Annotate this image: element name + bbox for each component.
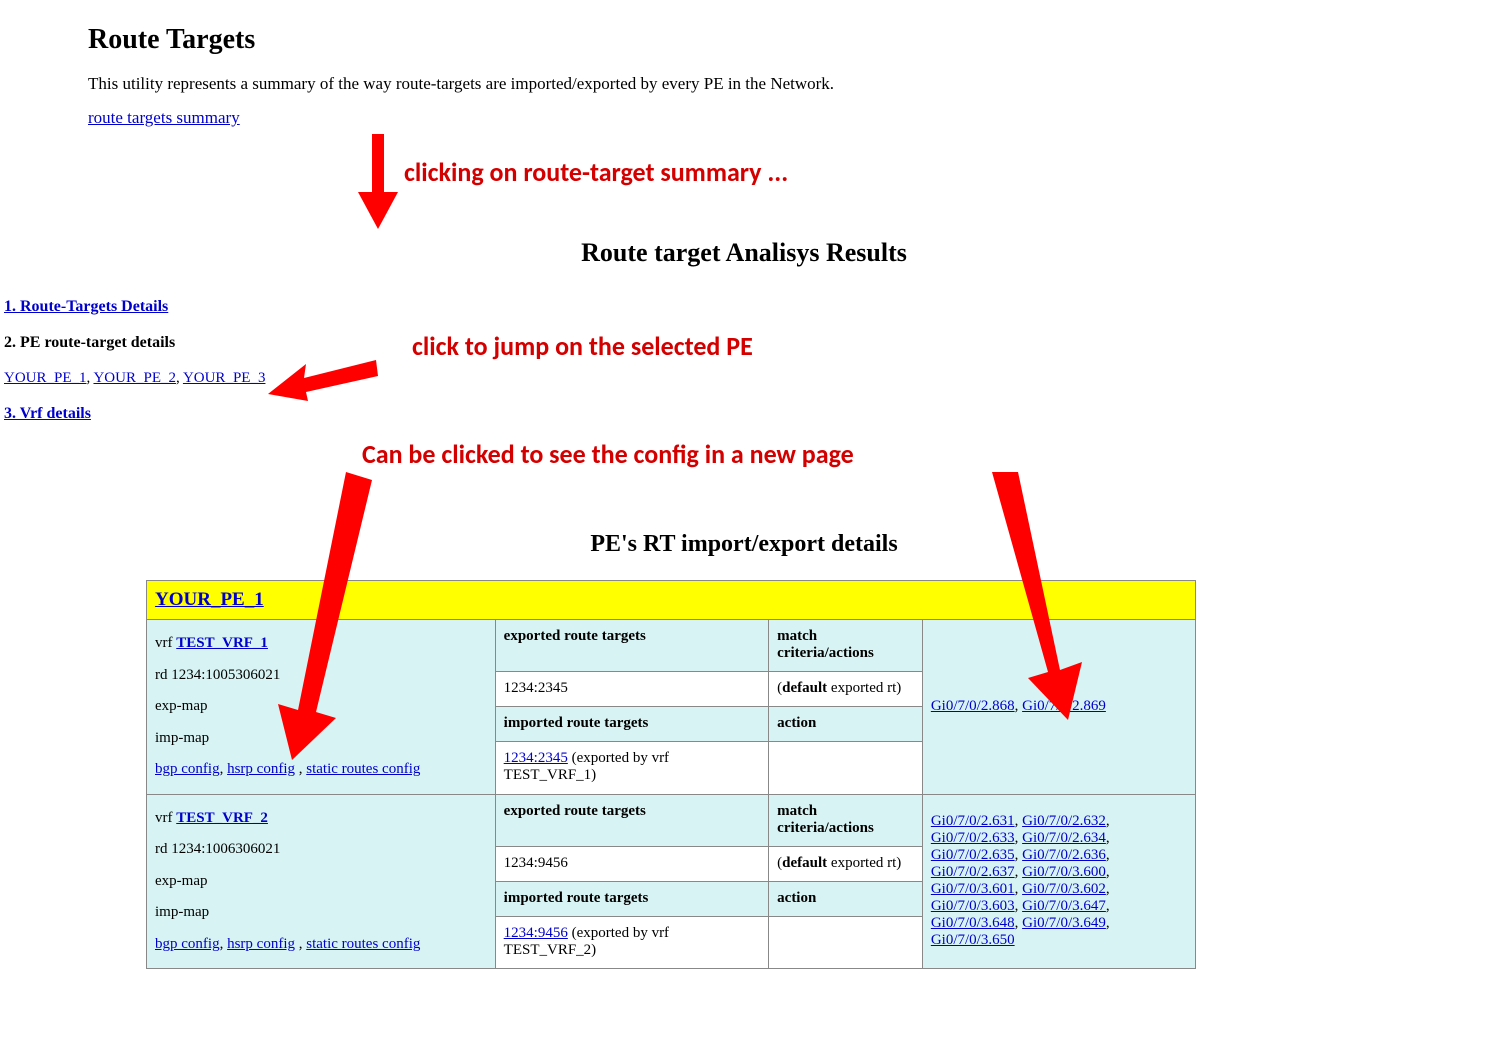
static-routes-config-link[interactable]: static routes config: [306, 936, 420, 952]
pe-link[interactable]: YOUR_PE_2: [93, 370, 176, 386]
expmap-label: exp-map: [155, 873, 207, 889]
bgp-config-link[interactable]: bgp config: [155, 761, 220, 777]
interface-link[interactable]: Gi0/7/0/3.600: [1022, 864, 1106, 880]
match-criteria-header: match criteria/actions: [769, 620, 923, 672]
match-default: (default exported rt): [769, 846, 923, 881]
imported-rt-value: 1234:9456 (exported by vrf TEST_VRF_2): [495, 916, 768, 968]
interface-link[interactable]: Gi0/7/0/3.649: [1022, 915, 1106, 931]
route-targets-summary-link[interactable]: route targets summary: [88, 108, 240, 127]
exported-rt-header: exported route targets: [495, 620, 768, 672]
interface-link[interactable]: Gi0/7/0/2.633: [931, 830, 1015, 846]
analysis-results-heading: Route target Analisys Results: [0, 238, 1488, 268]
impmap-label: imp-map: [155, 730, 209, 746]
action-header: action: [769, 881, 923, 916]
interfaces-cell: Gi0/7/0/2.631, Gi0/7/0/2.632, Gi0/7/0/2.…: [922, 794, 1195, 969]
pe-header-link[interactable]: YOUR_PE_1: [155, 589, 264, 610]
nav-vrf-details-link[interactable]: 3. Vrf details: [4, 405, 91, 422]
interface-link[interactable]: Gi0/7/0/3.601: [931, 881, 1015, 897]
exported-rt-value: 1234:9456: [495, 846, 768, 881]
hsrp-config-link[interactable]: hsrp config: [227, 761, 295, 777]
pe-link[interactable]: YOUR_PE_3: [183, 370, 266, 386]
static-routes-config-link[interactable]: static routes config: [306, 761, 420, 777]
imported-rt-header: imported route targets: [495, 881, 768, 916]
arrow-down-1-icon: [358, 134, 398, 229]
interface-link[interactable]: Gi0/7/0/2.632: [1022, 813, 1106, 829]
rd-label: rd 1234:1006306021: [155, 841, 280, 857]
arrow-down-right-icon: [982, 472, 1092, 720]
interface-link[interactable]: Gi0/7/0/2.634: [1022, 830, 1106, 846]
expmap-label: exp-map: [155, 698, 207, 714]
interface-link[interactable]: Gi0/7/0/3.602: [1022, 881, 1106, 897]
pe-link[interactable]: YOUR_PE_1: [4, 370, 87, 386]
arrow-left-icon: [268, 356, 378, 401]
imported-rt-value: 1234:2345 (exported by vrf TEST_VRF_1): [495, 742, 768, 794]
interface-link[interactable]: Gi0/7/0/3.648: [931, 915, 1015, 931]
match-criteria-header: match criteria/actions: [769, 794, 923, 846]
interface-link[interactable]: Gi0/7/0/3.650: [931, 932, 1015, 948]
vrf-info-cell: vrf TEST_VRF_2rd 1234:1006306021exp-mapi…: [147, 794, 496, 969]
vrf-link[interactable]: TEST_VRF_2: [176, 810, 268, 826]
impmap-label: imp-map: [155, 904, 209, 920]
exported-rt-value: 1234:2345: [495, 672, 768, 707]
annotation-3: Can be clicked to see the config in a ne…: [362, 438, 854, 470]
annotation-2: click to jump on the selected PE: [412, 330, 753, 362]
action-value: [769, 742, 923, 794]
intro-text: This utility represents a summary of the…: [88, 74, 1488, 94]
action-value: [769, 916, 923, 968]
action-header: action: [769, 707, 923, 742]
import-export-details-heading: PE's RT import/export details: [0, 531, 1488, 558]
interface-link[interactable]: Gi0/7/0/3.647: [1022, 898, 1106, 914]
interface-link[interactable]: Gi0/7/0/3.603: [931, 898, 1015, 914]
exported-rt-header: exported route targets: [495, 794, 768, 846]
page-title: Route Targets: [88, 24, 1488, 56]
interface-link[interactable]: Gi0/7/0/2.636: [1022, 847, 1106, 863]
pe-links-row: YOUR_PE_1, YOUR_PE_2, YOUR_PE_3: [4, 370, 1488, 387]
imported-rt-header: imported route targets: [495, 707, 768, 742]
annotation-1: clicking on route-target summary ...: [404, 156, 788, 188]
imported-rt-link[interactable]: 1234:9456: [504, 925, 568, 941]
match-default: (default exported rt): [769, 672, 923, 707]
nav-rt-details-link[interactable]: 1. Route-Targets Details: [4, 298, 168, 315]
hsrp-config-link[interactable]: hsrp config: [227, 936, 295, 952]
vrf-link[interactable]: TEST_VRF_1: [176, 635, 268, 651]
bgp-config-link[interactable]: bgp config: [155, 936, 220, 952]
rd-label: rd 1234:1005306021: [155, 667, 280, 683]
interface-link[interactable]: Gi0/7/0/2.635: [931, 847, 1015, 863]
imported-rt-link[interactable]: 1234:2345: [504, 750, 568, 766]
interface-link[interactable]: Gi0/7/0/2.637: [931, 864, 1015, 880]
arrow-down-left-icon: [276, 472, 376, 762]
interface-link[interactable]: Gi0/7/0/2.631: [931, 813, 1015, 829]
